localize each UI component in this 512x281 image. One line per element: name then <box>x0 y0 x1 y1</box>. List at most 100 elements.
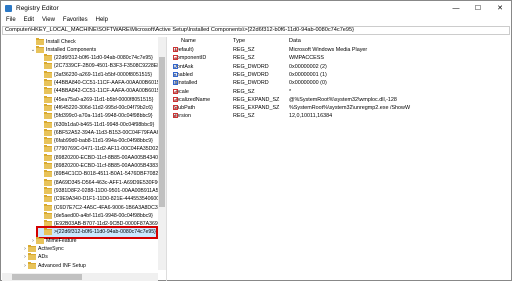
value-name-text: LocalizedName <box>173 96 211 103</box>
value-data: %SystemRoot%\system32\unregmp2.exe /Show… <box>289 105 411 112</box>
value-name: ab (Default) <box>173 47 194 53</box>
folder-icon <box>44 95 52 103</box>
window-title: Registry Editor <box>16 4 59 12</box>
value-type: REG_DWORD <box>233 63 269 70</box>
tree-key-label: {89820200-ECBD-11cf-8B85-00AA005B4383} <box>54 163 160 169</box>
tree-key-label: {C6D7E7C2-4A5C-4FA6-9006-1B6A3A8DC3B1} <box>54 204 166 211</box>
tree-horizontal-scrollbar[interactable] <box>2 273 158 281</box>
folder-icon <box>44 195 52 203</box>
menu-file[interactable]: File <box>6 17 16 23</box>
value-type: REG_EXPAND_SZ <box>233 96 280 103</box>
folder-icon <box>44 128 52 136</box>
value-row[interactable]: ab ComponentID REG_SZ WMPACCESS <box>173 55 511 63</box>
value-data: * <box>289 88 292 95</box>
menu-edit[interactable]: Edit <box>24 17 34 23</box>
folder-icon <box>44 170 52 178</box>
tree-key-label: {8A69D345-D564-463c-AFF1-A69D9E530F96} <box>54 179 163 186</box>
minimize-button[interactable]: — <box>445 1 467 15</box>
value-type: REG_SZ <box>233 113 255 120</box>
value-row[interactable]: ab (Default) REG_SZ Microsoft Windows Media… <box>173 47 511 55</box>
value-type: REG_SZ <box>233 88 255 95</box>
tree-key-label: Installed Components <box>46 46 97 53</box>
value-data: WMPACCESS <box>289 55 324 62</box>
folder-icon <box>44 220 52 228</box>
folder-icon <box>44 203 52 211</box>
folder-icon <box>36 45 44 53</box>
value-name: ab LocalizedName <box>173 96 211 103</box>
value-name: 01 DontAsk <box>173 63 193 70</box>
folder-icon <box>44 153 52 161</box>
value-data: Microsoft Windows Media Player <box>289 47 368 53</box>
folder-icon <box>28 253 36 261</box>
menu-view[interactable]: View <box>42 17 55 23</box>
folder-icon <box>44 178 52 186</box>
folder-icon <box>28 261 36 269</box>
close-button[interactable]: ✕ <box>489 1 511 15</box>
tree-key-label: {22d6f312-b0f6-11d0-94ab-0080c74c7e95} <box>54 55 153 62</box>
maximize-button[interactable]: ☐ <box>467 1 489 15</box>
registry-editor-icon <box>5 4 12 12</box>
tree-key-label: {de5aed00-a4bf-11d1-9948-00c04f98bbc9} <box>54 212 153 219</box>
binary-value-icon: 01 <box>173 80 179 86</box>
tree-key-label: Advanced INF Setup <box>38 262 86 269</box>
value-row[interactable]: 01 Enabled REG_DWORD 0x00000001 (1) <box>173 71 511 80</box>
value-type: REG_SZ <box>233 47 255 53</box>
folder-icon <box>44 120 52 128</box>
tree-key-label: ActiveSync <box>38 246 64 252</box>
values-list: Name Type Data ab (Default) REG_SZ Microsof… <box>173 37 511 281</box>
folder-icon <box>44 87 52 95</box>
tree-key-label: {89B4C1CD-B018-4511-B0A1-5476DBF70820} <box>54 171 163 178</box>
tree-key-label: {C9E9A340-D1F1-11D0-821E-444553540600} <box>54 196 161 203</box>
menu-favorites[interactable]: Favorites <box>63 17 88 23</box>
value-name: ab Locale <box>173 88 189 95</box>
string-value-icon: ab <box>173 105 179 111</box>
folder-icon <box>28 245 36 252</box>
value-row[interactable]: ab StubPath REG_EXPAND_SZ %SystemRoot%\syst… <box>173 105 511 113</box>
tree-key-label: {4f645220-306d-11d2-995d-00c04f79b2c6} <box>54 104 153 111</box>
value-data: 0x00000000 (0) <box>289 80 327 87</box>
key-tree[interactable]: Install Check ⌄ Installed Components {22d6f… <box>2 37 167 281</box>
value-data: 0x00000002 (2) <box>289 63 327 70</box>
folder-icon <box>44 112 52 120</box>
string-value-icon: ab <box>173 55 179 61</box>
value-row[interactable]: ab Locale REG_SZ * <box>173 88 511 97</box>
tree-key-label: >{22d6f312-b0f6-11d0-94ab-0080c74c7e95} <box>54 229 156 236</box>
value-row[interactable]: 01 IsInstalled REG_DWORD 0x00000000 (0) <box>173 80 511 88</box>
title-bar[interactable]: Registry Editor — ☐ ✕ <box>1 1 511 15</box>
tree-key-item[interactable]: › Advanced INF Setup <box>22 261 86 270</box>
folder-icon <box>44 54 52 62</box>
folder-icon <box>44 211 52 219</box>
folder-icon <box>36 236 44 244</box>
value-data: 0x00000001 (1) <box>289 71 327 78</box>
value-name: 01 IsInstalled <box>173 80 197 86</box>
value-name: ab ComponentID <box>173 55 206 61</box>
address-bar[interactable]: Computer\HKEY_LOCAL_MACHINE\SOFTWARE\Mic… <box>2 26 510 35</box>
column-name-header[interactable]: Name <box>181 38 196 44</box>
folder-icon <box>44 70 52 78</box>
column-type-header[interactable]: Type <box>233 38 245 44</box>
tree-key-label: {45ea75a0-a269-11d1-b5bf-0000f8051515} <box>54 96 154 103</box>
tree-key-label: {6BF52A52-394A-11d3-B153-00C04F79FAA6} <box>54 129 162 136</box>
scrollbar-thumb[interactable] <box>12 274 82 280</box>
folder-icon <box>44 79 52 86</box>
registry-editor-window: Registry Editor — ☐ ✕ File Edit View Fav… <box>0 0 512 281</box>
folder-icon <box>44 145 52 153</box>
value-row[interactable]: ab Version REG_SZ 12,0,10011,16384 <box>173 113 511 121</box>
tree-key-label: MimeFeature <box>46 237 77 244</box>
scrollbar-thumb[interactable] <box>159 57 165 207</box>
menu-help[interactable]: Help <box>96 17 108 23</box>
column-data-header[interactable]: Data <box>289 38 301 44</box>
menu-bar: File Edit View Favorites Help <box>1 15 511 25</box>
folder-icon <box>44 186 52 194</box>
string-value-icon: ab <box>173 96 179 102</box>
binary-value-icon: 01 <box>173 71 179 77</box>
value-row[interactable]: 01 DontAsk REG_DWORD 0x00000002 (2) <box>173 63 511 72</box>
folder-icon <box>44 137 52 145</box>
tree-vertical-scrollbar[interactable] <box>158 37 166 270</box>
value-type: REG_SZ <box>233 55 255 62</box>
tree-key-label: {5fd399c0-a70a-11d1-9948-00c04f98bbc9} <box>54 113 153 120</box>
tree-key-label: {3af36230-a269-11d1-b5bf-0000f8051515} <box>54 71 152 78</box>
value-row[interactable]: ab LocalizedName REG_EXPAND_SZ @%SystemRoot… <box>173 96 511 105</box>
string-value-icon: ab <box>173 88 179 94</box>
tree-key-label: {2C7339CF-2B09-4501-B3F3-F3508C9228ED} <box>54 63 163 70</box>
